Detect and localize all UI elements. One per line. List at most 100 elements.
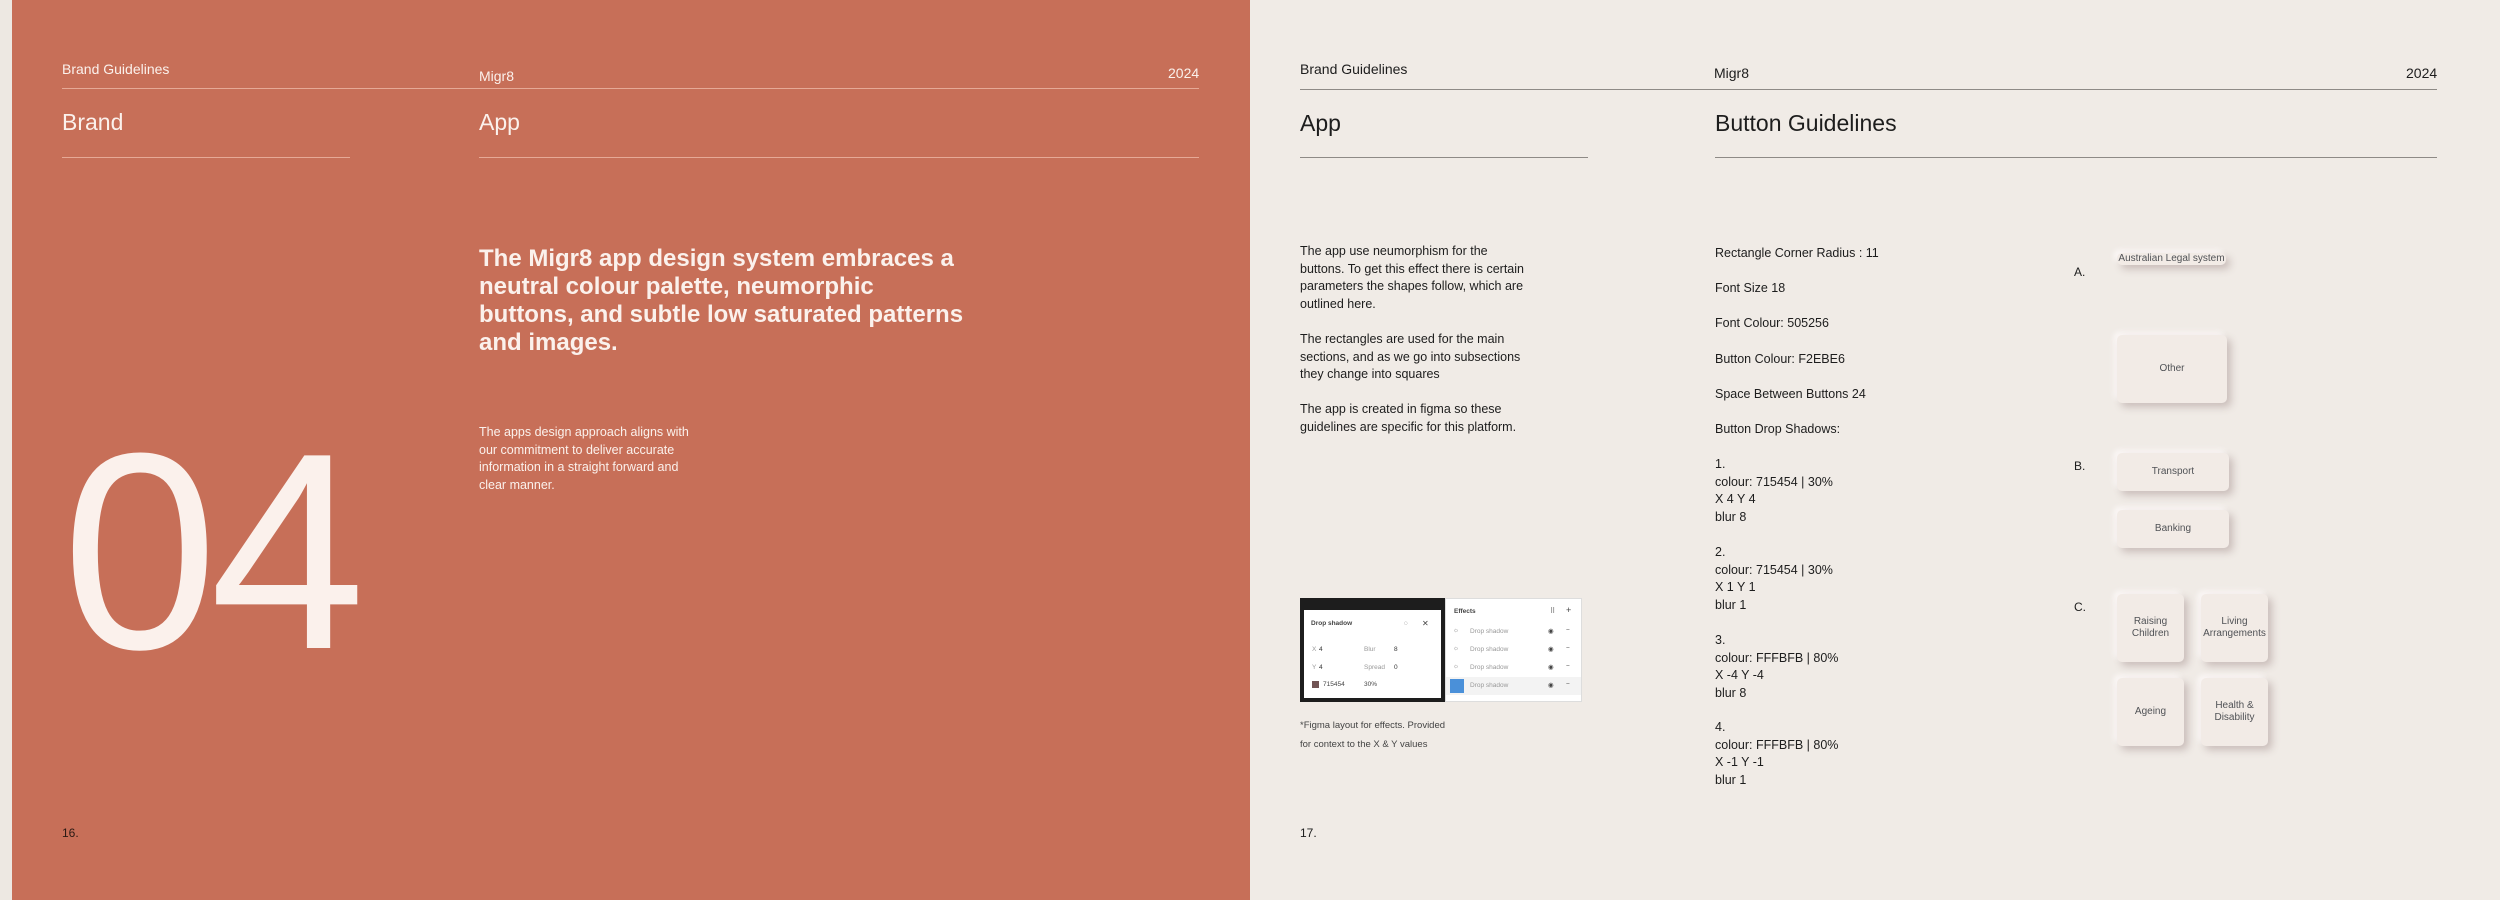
section-title-brand: Brand — [62, 109, 124, 135]
shadow-3-number: 3. — [1715, 633, 1726, 647]
paragraph-rectangles: The rectangles are used for the main sec… — [1300, 332, 1521, 381]
figma-color-opacity[interactable]: 30% — [1364, 681, 1377, 688]
headline: The Migr8 app design system embraces a n… — [479, 245, 964, 356]
figma-effect-row[interactable]: ☼ Drop shadow ◉ − — [1446, 623, 1581, 641]
left-page: Brand Guidelines Migr8 2024 Brand App Th… — [12, 0, 1250, 900]
button-raising-children[interactable]: Raising Children — [2117, 594, 2184, 662]
figma-reset-icon[interactable]: ◌ — [1404, 620, 1408, 627]
group-c-label: C. — [2074, 600, 2086, 614]
eye-icon[interactable]: ◉ — [1548, 627, 1554, 635]
eye-icon[interactable]: ◉ — [1548, 663, 1554, 671]
body-text: The apps design approach aligns with our… — [479, 425, 689, 492]
figma-x-value[interactable]: 4 — [1319, 646, 1323, 653]
figma-effect-row[interactable]: ☼ Drop shadow ◉ − — [1446, 659, 1581, 677]
eye-icon[interactable]: ◉ — [1548, 645, 1554, 653]
figma-y-label: Y — [1312, 664, 1317, 671]
shadow-4-number: 4. — [1715, 720, 1726, 734]
spec-button-colour: Button Colour: F2EBE6 — [1715, 352, 1845, 366]
figma-blur-value[interactable]: 8 — [1394, 646, 1398, 653]
figma-caption-line-1: *Figma layout for effects. Provided — [1300, 720, 1446, 731]
shadow-2-offset: X 1 Y 1 — [1715, 580, 1756, 594]
header-migr8: Migr8 — [479, 68, 515, 84]
paragraph-figma: The app is created in figma so these gui… — [1300, 402, 1517, 434]
figma-y-value[interactable]: 4 — [1319, 664, 1323, 671]
header-year: 2024 — [2406, 65, 2438, 81]
minus-icon[interactable]: − — [1566, 663, 1570, 670]
figma-spread-value[interactable]: 0 — [1394, 664, 1398, 671]
right-page: Brand Guidelines Migr8 2024 App Button G… — [1250, 0, 2500, 900]
button-australian-legal-system[interactable]: Australian Legal system — [2117, 253, 2226, 265]
spec-font-size: Font Size 18 — [1715, 281, 1786, 295]
sun-icon[interactable]: ☼ — [1453, 627, 1459, 634]
add-icon[interactable]: + — [1566, 605, 1571, 615]
sun-icon-selected[interactable] — [1450, 679, 1464, 693]
section-rule-right — [479, 157, 1199, 158]
button-ageing[interactable]: Ageing — [2117, 678, 2184, 746]
figma-effect-row[interactable]: ☼ Drop shadow ◉ − — [1446, 641, 1581, 659]
spec-button-spacing: Space Between Buttons 24 — [1715, 387, 1866, 401]
minus-icon[interactable]: − — [1566, 627, 1570, 634]
section-title-app: App — [479, 109, 520, 135]
shadow-4-offset: X -1 Y -1 — [1715, 755, 1764, 769]
shadow-4-colour: colour: FFFBFB | 80% — [1715, 737, 1839, 752]
chapter-number: 04 — [62, 396, 365, 708]
shadow-3-offset: X -4 Y -4 — [1715, 668, 1764, 682]
figma-effect-label: Drop shadow — [1470, 682, 1509, 689]
shadow-spec-2: 2. colour: 715454 | 30% X 1 Y 1 blur 1 — [1715, 544, 1833, 614]
shadow-3-blur: blur 8 — [1715, 685, 1747, 700]
shadow-2-colour: colour: 715454 | 30% — [1715, 562, 1833, 577]
figma-drop-shadow-title: Drop shadow — [1311, 620, 1353, 627]
shadow-1-number: 1. — [1715, 457, 1726, 471]
figma-spread-label: Spread — [1364, 664, 1385, 671]
figma-effects-screenshot: Drop shadow ◌ ✕ X 4 Blur 8 Y 4 Spread 0 … — [1300, 598, 1582, 702]
figma-color-swatch[interactable] — [1312, 681, 1319, 688]
spec-font-colour: Font Colour: 505256 — [1715, 316, 1829, 330]
figma-caption: *Figma layout for effects. Provided for … — [1300, 716, 1445, 754]
figma-caption-line-2: for context to the X & Y values — [1300, 739, 1428, 750]
header-rule — [1300, 89, 2437, 90]
shadow-4-blur: blur 1 — [1715, 772, 1747, 787]
figma-color-hex[interactable]: 715454 — [1323, 681, 1345, 688]
section-rule-left — [62, 157, 350, 158]
shadow-2-blur: blur 1 — [1715, 597, 1747, 612]
figma-effect-label: Drop shadow — [1470, 646, 1509, 653]
figma-effect-row-selected[interactable]: Drop shadow ◉ − — [1446, 677, 1581, 695]
figma-drop-shadow-dialog: Drop shadow ◌ ✕ X 4 Blur 8 Y 4 Spread 0 … — [1300, 598, 1445, 702]
close-icon[interactable]: ✕ — [1422, 619, 1429, 628]
group-b-label: B. — [2074, 459, 2086, 473]
figma-effects-title: Effects — [1454, 608, 1476, 615]
minus-icon[interactable]: − — [1566, 645, 1570, 652]
shadow-3-colour: colour: FFFBFB | 80% — [1715, 650, 1839, 665]
button-transport[interactable]: Transport — [2117, 453, 2229, 491]
figma-effect-label: Drop shadow — [1470, 628, 1509, 635]
minus-icon[interactable]: − — [1566, 681, 1570, 688]
sun-icon[interactable]: ☼ — [1453, 645, 1459, 652]
paragraph-intro: The app use neumorphism for the buttons.… — [1300, 244, 1524, 311]
section-rule-right — [1715, 157, 2437, 158]
button-banking[interactable]: Banking — [2117, 510, 2229, 548]
section-rule-left — [1300, 157, 1588, 158]
group-a-label: A. — [2074, 265, 2086, 279]
section-title-app: App — [1300, 110, 1341, 136]
header-migr8: Migr8 — [1714, 65, 1750, 81]
button-living-arrangements[interactable]: Living Arrangements — [2201, 594, 2268, 662]
shadow-2-number: 2. — [1715, 545, 1726, 559]
button-health-disability[interactable]: Health & Disability — [2201, 678, 2268, 746]
button-other[interactable]: Other — [2117, 335, 2227, 403]
shadow-1-colour: colour: 715454 | 30% — [1715, 474, 1833, 489]
figma-blur-label: Blur — [1364, 646, 1376, 653]
shadow-1-offset: X 4 Y 4 — [1715, 492, 1756, 506]
shadow-1-blur: blur 8 — [1715, 509, 1747, 524]
sun-icon[interactable]: ☼ — [1453, 663, 1459, 670]
page-gutter — [0, 0, 12, 900]
eye-icon[interactable]: ◉ — [1548, 681, 1554, 689]
figma-effects-panel: Effects ⠿ + ☼ Drop shadow ◉ − ☼ Drop sha… — [1445, 598, 1582, 702]
page-number: 16. — [62, 826, 79, 840]
shadow-spec-1: 1. colour: 715454 | 30% X 4 Y 4 blur 8 — [1715, 456, 1833, 526]
header-brand-guidelines: Brand Guidelines — [62, 61, 170, 77]
shadow-spec-4: 4. colour: FFFBFB | 80% X -1 Y -1 blur 1 — [1715, 719, 1838, 789]
spec-drop-shadows: Button Drop Shadows: — [1715, 422, 1841, 436]
figma-drop-shadow-panel: Drop shadow ◌ ✕ X 4 Blur 8 Y 4 Spread 0 … — [1304, 610, 1441, 698]
grid-icon[interactable]: ⠿ — [1550, 607, 1555, 615]
figma-effect-label: Drop shadow — [1470, 664, 1509, 671]
